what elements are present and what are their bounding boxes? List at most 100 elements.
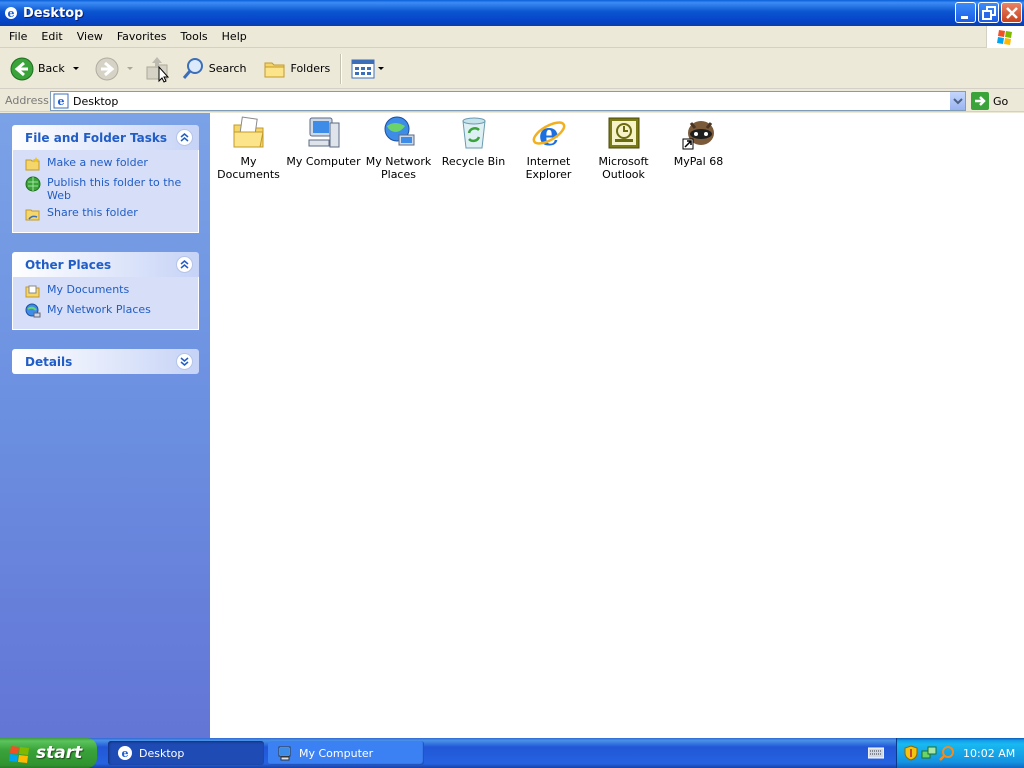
mypal-icon (682, 121, 714, 150)
clock[interactable]: 10:02 AM (963, 747, 1015, 760)
network-places-icon (384, 116, 414, 146)
task-label: Make a new folder (47, 156, 148, 169)
folders-label: Folders (290, 62, 331, 75)
panel-header[interactable]: File and Folder Tasks (12, 125, 199, 150)
start-button[interactable]: start (0, 738, 97, 768)
toolbar-separator (340, 53, 342, 84)
panel-title: File and Folder Tasks (25, 130, 168, 145)
task-publish-web[interactable]: Publish this folder to the Web (25, 176, 198, 202)
go-button[interactable]: Go (971, 91, 1008, 111)
search-button[interactable]: Search (177, 51, 251, 87)
menu-file[interactable]: File (0, 26, 34, 48)
task-pane: File and Folder Tasks Make a new folder … (0, 113, 210, 738)
folder-content-area: My Documents My Computer My Network Plac… (210, 113, 1024, 738)
panel-title: Details (25, 354, 73, 369)
menu-view[interactable]: View (70, 26, 110, 48)
views-dropdown-icon[interactable] (378, 67, 385, 70)
icon-label: MyPal 68 (673, 155, 724, 168)
forward-dropdown-icon[interactable] (126, 67, 133, 70)
panel-header[interactable]: Other Places (12, 252, 199, 277)
collapse-button[interactable] (176, 256, 193, 273)
icon-label: My Documents (217, 155, 280, 181)
up-folder-button[interactable] (141, 51, 175, 87)
ie-page-icon: e (53, 93, 69, 109)
my-documents-icon (25, 285, 40, 298)
new-folder-icon (25, 157, 40, 171)
icon-label: Microsoft Outlook (598, 155, 649, 181)
close-icon (1006, 7, 1018, 19)
desktop-icon-my-documents[interactable]: My Documents (211, 115, 286, 181)
close-button[interactable] (1001, 2, 1022, 23)
place-label: My Network Places (47, 303, 151, 316)
views-button[interactable] (347, 51, 388, 87)
back-dropdown-icon[interactable] (72, 67, 79, 70)
chevron-up-double-icon (180, 133, 189, 142)
icon-label: My Computer (286, 155, 361, 168)
desktop-icon-internet-explorer[interactable]: e Internet Explorer (511, 115, 586, 181)
windows-flag-icon (997, 30, 1012, 45)
collapse-button[interactable] (176, 129, 193, 146)
svg-text:e: e (8, 7, 15, 20)
desktop-icon-recycle-bin[interactable]: Recycle Bin (436, 115, 511, 168)
ie-window-icon: e (118, 746, 132, 760)
search-icon[interactable] (939, 745, 955, 761)
panel-file-folder-tasks: File and Folder Tasks Make a new folder … (12, 125, 199, 233)
internet-explorer-icon: e (532, 115, 565, 153)
icon-label: Recycle Bin (441, 155, 506, 168)
desktop-icon-my-network-places[interactable]: My Network Places (361, 115, 436, 181)
chevron-up-double-icon (180, 260, 189, 269)
task-label: Publish this folder to the Web (47, 176, 182, 202)
panel-title: Other Places (25, 257, 112, 272)
task-share-folder[interactable]: Share this folder (25, 206, 198, 222)
chevron-down-icon (953, 98, 963, 105)
panel-header[interactable]: Details (12, 349, 199, 374)
taskbar-button-label: My Computer (299, 746, 374, 760)
windows-flag-icon (9, 746, 29, 763)
address-label: Address (5, 94, 49, 107)
system-tray: 10:02 AM (896, 738, 1024, 768)
my-computer-icon (308, 117, 339, 148)
go-arrow-icon (971, 92, 989, 110)
icon-label: Internet Explorer (525, 155, 572, 181)
menu-bar: File Edit View Favorites Tools Help (0, 26, 1024, 48)
taskbar-button-my-computer[interactable]: My Computer (268, 741, 424, 765)
network-connection-icon[interactable] (921, 745, 937, 761)
forward-button[interactable] (91, 51, 137, 87)
minimize-button[interactable] (955, 2, 976, 23)
recycle-bin-icon (461, 117, 486, 149)
chevron-down-double-icon (180, 357, 189, 366)
toolbar: Back Search Folders (0, 49, 1024, 89)
place-my-documents[interactable]: My Documents (25, 283, 198, 299)
desktop-icon-my-computer[interactable]: My Computer (286, 115, 361, 168)
address-input[interactable]: e Desktop (50, 91, 966, 111)
share-folder-icon (25, 209, 40, 221)
start-label: start (36, 743, 83, 763)
back-button[interactable]: Back (6, 51, 83, 87)
address-dropdown-button[interactable] (949, 92, 965, 110)
windows-logo (986, 26, 1024, 48)
task-make-new-folder[interactable]: Make a new folder (25, 156, 198, 172)
security-shield-icon[interactable] (903, 745, 919, 761)
keyboard-language-icon[interactable] (868, 746, 884, 760)
folders-button[interactable]: Folders (259, 51, 335, 87)
place-my-network-places[interactable]: My Network Places (25, 303, 198, 319)
menu-favorites[interactable]: Favorites (110, 26, 174, 48)
menu-tools[interactable]: Tools (174, 26, 215, 48)
search-label: Search (208, 62, 247, 75)
desktop-icon-mypal[interactable]: MyPal 68 (661, 115, 736, 168)
forward-arrow-icon (95, 57, 119, 80)
search-icon (182, 57, 203, 79)
taskbar-button-desktop[interactable]: e Desktop (108, 741, 264, 765)
back-arrow-icon (10, 57, 34, 80)
menu-help[interactable]: Help (215, 26, 254, 48)
menu-edit[interactable]: Edit (34, 26, 69, 48)
address-bar: Address e Desktop Go (0, 90, 1024, 112)
restore-button[interactable] (978, 2, 999, 23)
icon-label: My Network Places (365, 155, 432, 181)
svg-text:e: e (122, 747, 129, 760)
panel-details: Details (12, 349, 199, 374)
taskbar-button-label: Desktop (139, 746, 185, 760)
desktop-icon-microsoft-outlook[interactable]: Microsoft Outlook (586, 115, 661, 181)
back-label: Back (38, 62, 65, 75)
expand-button[interactable] (176, 353, 193, 370)
